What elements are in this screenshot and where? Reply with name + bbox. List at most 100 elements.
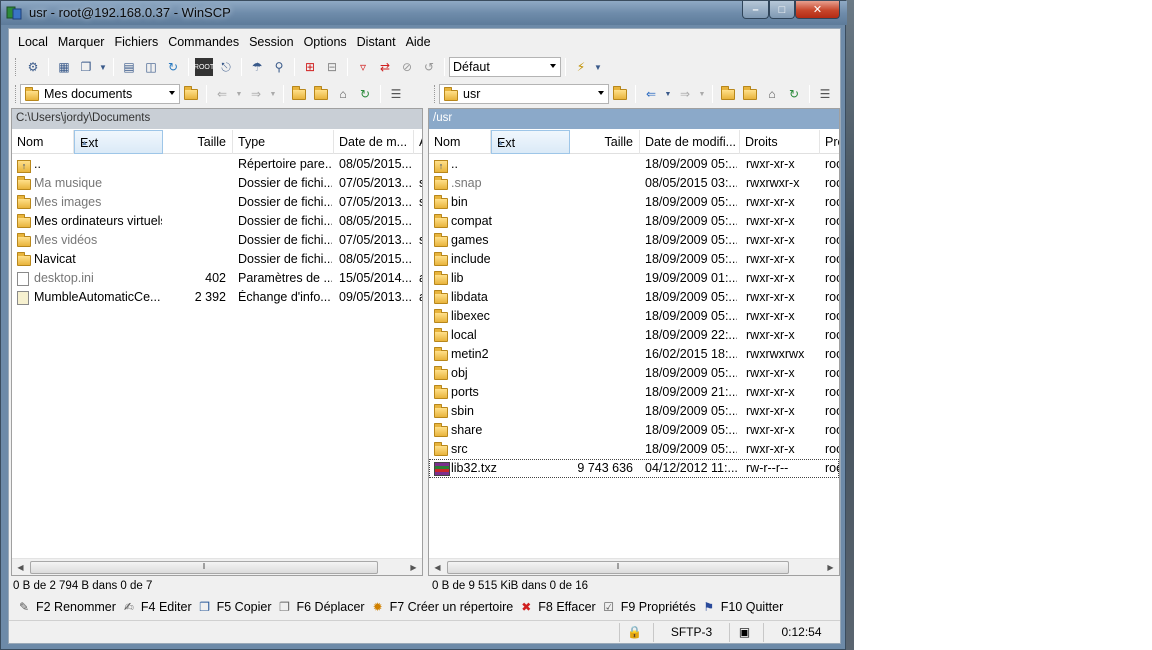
root-directory-icon[interactable]: [741, 85, 759, 103]
fkey-button[interactable]: ✎ F2 Renommer: [17, 600, 116, 614]
forward-icon[interactable]: ⇒: [247, 85, 265, 103]
column-ext[interactable]: ▲ Ext: [491, 130, 570, 154]
scroll-right-icon[interactable]: ▶: [822, 559, 839, 575]
putty-icon[interactable]: ⎋: [217, 58, 235, 76]
tree-view-icon[interactable]: ☰: [387, 85, 405, 103]
column-ext[interactable]: ▲ Ext: [74, 130, 163, 154]
queue-icon[interactable]: ▤: [120, 58, 138, 76]
refresh-icon[interactable]: ↻: [164, 58, 182, 76]
session-icon[interactable]: ⚡: [572, 58, 590, 76]
table-row[interactable]: ↑.. 18/09/2009 05:... rwxr-xr-x roo: [429, 155, 839, 174]
invert-selection-icon[interactable]: ⇄: [376, 58, 394, 76]
table-row[interactable]: libexec 18/09/2009 05:... rwxr-xr-x roo: [429, 307, 839, 326]
table-row[interactable]: Mes vidéos Dossier de fichi... 07/05/2013.…: [12, 231, 422, 250]
transfer-profile-select[interactable]: Défaut: [449, 57, 561, 77]
unselect-icon[interactable]: ⊟: [323, 58, 341, 76]
column-name[interactable]: Nom: [12, 130, 74, 154]
table-row[interactable]: ↑.. Répertoire pare... 08/05/2015...: [12, 155, 422, 174]
scroll-right-icon[interactable]: ▶: [405, 559, 422, 575]
table-row[interactable]: bin 18/09/2009 05:... rwxr-xr-x roo: [429, 193, 839, 212]
menu-session[interactable]: Session: [244, 33, 298, 51]
column-date[interactable]: Date de m...: [334, 130, 414, 154]
table-row[interactable]: desktop.ini 402 Paramètres de ... 15/05/201…: [12, 269, 422, 288]
table-row[interactable]: share 18/09/2009 05:... rwxr-xr-x roo: [429, 421, 839, 440]
maximize-button[interactable]: □: [769, 1, 795, 19]
minimize-button[interactable]: –: [742, 1, 769, 19]
chevron-down-icon[interactable]: ▼: [235, 85, 243, 103]
menu-options[interactable]: Options: [299, 33, 352, 51]
column-attributes[interactable]: A: [414, 130, 422, 154]
terminal-icon[interactable]: ROOT: [194, 58, 214, 76]
table-row[interactable]: libdata 18/09/2009 05:... rwxr-xr-x roo: [429, 288, 839, 307]
compare-icon[interactable]: ▦: [55, 58, 73, 76]
table-row[interactable]: ports 18/09/2009 21:... rwxr-xr-x roo: [429, 383, 839, 402]
scroll-left-icon[interactable]: ◀: [12, 559, 29, 575]
column-size[interactable]: Taille: [163, 130, 233, 154]
synchronize-icon[interactable]: ❐: [77, 58, 95, 76]
table-row[interactable]: local 18/09/2009 22:... rwxr-xr-x roo: [429, 326, 839, 345]
menu-aide[interactable]: Aide: [401, 33, 436, 51]
chevron-down-icon[interactable]: ▼: [698, 85, 706, 103]
chevron-down-icon[interactable]: ▼: [269, 85, 277, 103]
column-date[interactable]: Date de modifi...: [640, 130, 740, 154]
scroll-left-icon[interactable]: ◀: [429, 559, 446, 575]
back-icon[interactable]: ⇐: [213, 85, 231, 103]
clear-selection-icon[interactable]: ⊘: [398, 58, 416, 76]
menu-distant[interactable]: Distant: [352, 33, 401, 51]
table-row[interactable]: Mes ordinateurs virtuels Dossier de fichi…: [12, 212, 422, 231]
fkey-button[interactable]: ❐ F5 Copier: [198, 600, 271, 614]
fkey-button[interactable]: ✖ F8 Effacer: [519, 600, 595, 614]
table-row[interactable]: sbin 18/09/2009 05:... rwxr-xr-x roo: [429, 402, 839, 421]
fkey-button[interactable]: ❐ F6 Déplacer: [278, 600, 364, 614]
menu-commandes[interactable]: Commandes: [163, 33, 244, 51]
parent-directory-icon[interactable]: [290, 85, 308, 103]
open-directory-icon[interactable]: ☂: [248, 58, 266, 76]
right-location-select[interactable]: usr: [439, 84, 609, 104]
column-name[interactable]: Nom: [429, 130, 491, 154]
table-row[interactable]: include 18/09/2009 05:... rwxr-xr-x roo: [429, 250, 839, 269]
column-type[interactable]: Type: [233, 130, 334, 154]
chevron-down-icon[interactable]: ▼: [594, 58, 602, 76]
parent-directory-icon[interactable]: [719, 85, 737, 103]
fkey-button[interactable]: ⚑ F10 Quitter: [702, 600, 783, 614]
table-row[interactable]: .snap 08/05/2015 03:... rwxrwxr-x roo: [429, 174, 839, 193]
table-row[interactable]: lib 19/09/2009 01:... rwxr-xr-x roo: [429, 269, 839, 288]
chevron-down-icon[interactable]: ▼: [664, 85, 672, 103]
table-row[interactable]: games 18/09/2009 05:... rwxr-xr-x roo: [429, 231, 839, 250]
table-row[interactable]: MumbleAutomaticCe... 2 392 Échange d'info.…: [12, 288, 422, 307]
tree-view-icon[interactable]: ☰: [816, 85, 834, 103]
left-location-select[interactable]: Mes documents: [20, 84, 180, 104]
scroll-thumb[interactable]: ‖: [447, 561, 789, 574]
fkey-button[interactable]: ✍ F4 Editer: [122, 600, 192, 614]
table-row[interactable]: metin2 16/02/2015 18:... rwxrwxrwx roo: [429, 345, 839, 364]
preferences-icon[interactable]: ⚙: [24, 58, 42, 76]
column-owner[interactable]: Pro: [820, 130, 839, 154]
back-icon[interactable]: ⇐: [642, 85, 660, 103]
table-row[interactable]: Mes images Dossier de fichi... 07/05/2013.…: [12, 193, 422, 212]
restore-selection-icon[interactable]: ↺: [420, 58, 438, 76]
find-files-icon[interactable]: ⚲: [270, 58, 288, 76]
refresh-icon[interactable]: ↻: [356, 85, 374, 103]
open-folder-icon[interactable]: [182, 85, 200, 103]
menu-fichiers[interactable]: Fichiers: [109, 33, 163, 51]
home-icon[interactable]: ⌂: [334, 85, 352, 103]
table-row[interactable]: obj 18/09/2009 05:... rwxr-xr-x roo: [429, 364, 839, 383]
keep-up-to-date-icon[interactable]: ◫: [142, 58, 160, 76]
refresh-icon[interactable]: ↻: [785, 85, 803, 103]
root-directory-icon[interactable]: [312, 85, 330, 103]
filter-icon[interactable]: ▿: [354, 58, 372, 76]
title-bar[interactable]: usr - root@192.168.0.37 - WinSCP – □ ✕: [1, 1, 847, 25]
menu-local[interactable]: Local: [13, 33, 53, 51]
menu-marquer[interactable]: Marquer: [53, 33, 110, 51]
select-all-icon[interactable]: ⊞: [301, 58, 319, 76]
home-icon[interactable]: ⌂: [763, 85, 781, 103]
remote-horizontal-scrollbar[interactable]: ◀ ‖ ▶: [429, 558, 839, 575]
fkey-button[interactable]: ✹ F7 Créer un répertoire: [371, 600, 514, 614]
open-folder-icon[interactable]: [611, 85, 629, 103]
local-horizontal-scrollbar[interactable]: ◀ ‖ ▶: [12, 558, 422, 575]
table-row[interactable]: src 18/09/2009 05:... rwxr-xr-x roo: [429, 440, 839, 459]
chevron-down-icon[interactable]: ▼: [99, 58, 107, 76]
column-rights[interactable]: Droits: [740, 130, 820, 154]
forward-icon[interactable]: ⇒: [676, 85, 694, 103]
table-row[interactable]: Ma musique Dossier de fichi... 07/05/2013.…: [12, 174, 422, 193]
